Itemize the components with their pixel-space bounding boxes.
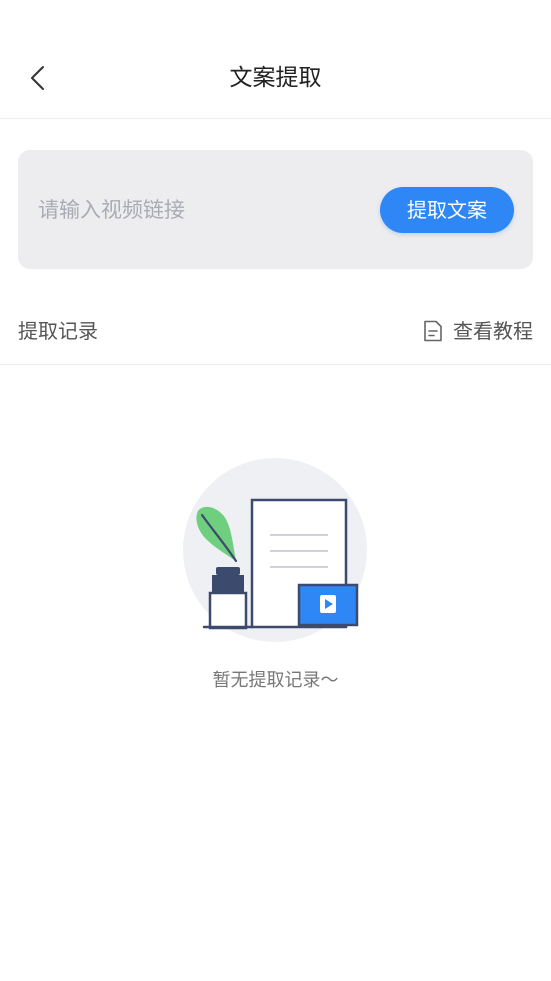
records-title: 提取记录 [18,319,98,343]
video-link-input[interactable] [38,190,358,230]
view-tutorial-label: 查看教程 [453,319,533,343]
empty-records-illustration [183,458,367,642]
link-input-card: 提取文案 [18,150,533,269]
video-play-icon [297,583,359,627]
header-bar: 文案提取 [0,0,551,119]
view-tutorial-link[interactable]: 查看教程 [422,316,533,346]
extract-text-button[interactable]: 提取文案 [380,187,514,233]
empty-state-text: 暂无提取记录～ [212,670,339,691]
document-icon [424,320,442,342]
records-header: 提取记录 查看教程 [0,302,551,365]
page-title: 文案提取 [229,65,322,91]
text-extraction-page: 文案提取 提取文案 提取记录 查看教程 [0,0,551,981]
